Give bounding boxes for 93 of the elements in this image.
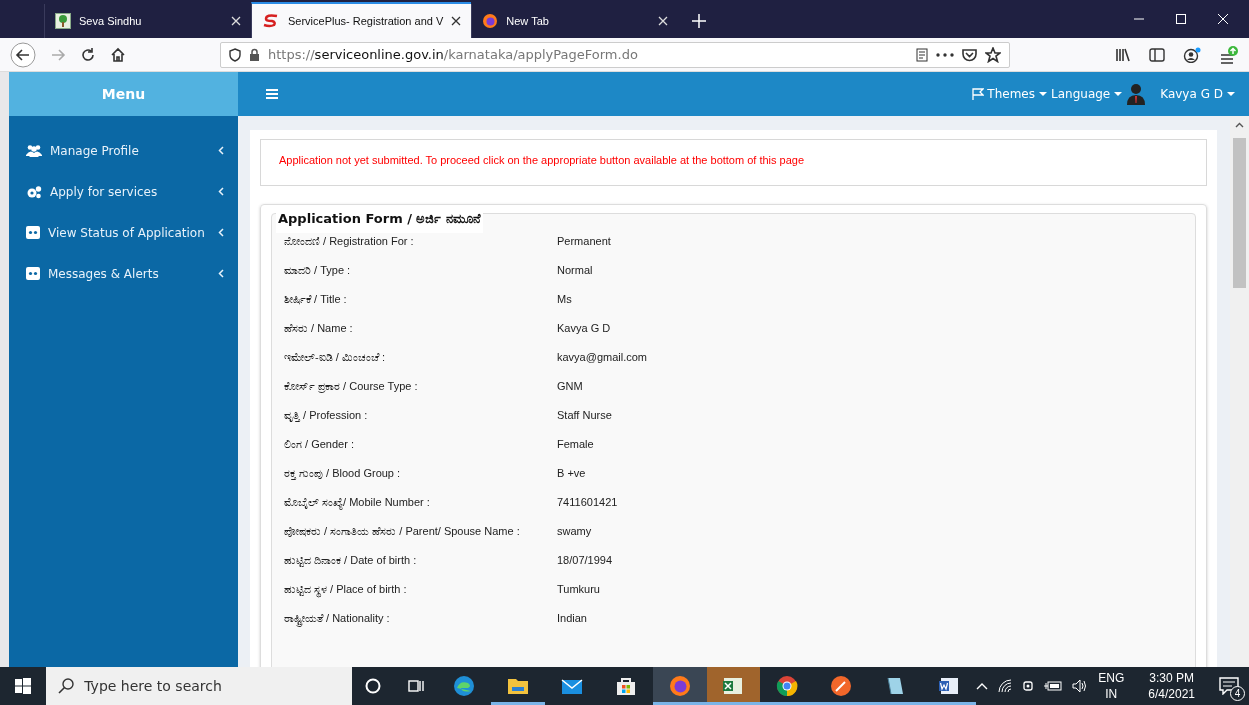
sidebar-item[interactable]: View Status of Application (9, 212, 238, 253)
star-icon[interactable] (985, 46, 1001, 63)
close-icon[interactable] (451, 16, 462, 26)
field-label: ವೃತ್ತಿ / Profession : (284, 409, 369, 424)
scroll-up-icon[interactable] (1235, 122, 1244, 128)
caret-icon (1227, 92, 1235, 96)
battery-icon[interactable] (1044, 680, 1063, 692)
field-value: Staff Nurse (557, 409, 613, 423)
new-tab-icon[interactable] (692, 14, 707, 28)
field-label: ಶೀರ್ಷಿಕೆ / Title : (284, 293, 348, 307)
windows-icon[interactable] (15, 678, 32, 694)
chevron-left-icon (218, 269, 224, 278)
wifi-icon[interactable] (998, 679, 1013, 693)
logo-icon (262, 14, 280, 28)
input-language[interactable]: ENG IN (1098, 670, 1125, 702)
lock-icon (249, 48, 260, 61)
search-icon (58, 678, 75, 694)
field-label: ನೋಂದಣಿ / Registration For : (284, 235, 415, 249)
taskbar-search-field[interactable]: Type here to search (46, 667, 353, 705)
field-label: ಇಮೇಲ್-ಐಡಿ / ಮಿಂಚಂಚೆ : (284, 351, 386, 365)
field-label: ಹೆಸರು / Name : (284, 322, 354, 336)
url-text: https://serviceonline.gov.in/karnataka/applyPageForm.do (268, 47, 639, 62)
scrollbar-thumb[interactable] (1233, 138, 1246, 288)
field-label: ಹುಟ್ಟಿದ ದಿನಾಂಕ / Date of birth : (284, 554, 418, 569)
card-icon (26, 267, 40, 280)
camera-icon[interactable] (1022, 678, 1035, 694)
field-value: Normal (557, 264, 594, 278)
sidebar-item[interactable]: Messages & Alerts (9, 253, 238, 294)
field-label: ಲಿಂಗ / Gender : (284, 438, 355, 452)
field-value: Female (557, 438, 595, 452)
pen-icon[interactable] (829, 674, 854, 698)
field-label: ಪೋಷಕರು / ಸಂಗಾತಿಯ ಹೆಸರು / Parent/ Spouse Name : (284, 525, 521, 539)
notification-count: 4 (1230, 686, 1245, 701)
tree-icon (55, 13, 71, 29)
field-value: B +ve (557, 467, 587, 481)
caret-icon (1114, 92, 1123, 96)
field-label: ರಕ್ತ ಗುಂಪು / Blood Group : (284, 467, 402, 482)
browser-icon[interactable] (451, 674, 476, 698)
chevron-left-icon (218, 187, 224, 196)
chevron-up-icon[interactable] (976, 682, 989, 690)
field-value: Tumkuru (557, 583, 601, 597)
firefox-icon[interactable] (667, 674, 692, 698)
chrome-icon[interactable] (775, 674, 800, 698)
field-value: 7411601421 (557, 496, 619, 510)
cortana-icon[interactable] (365, 678, 382, 694)
clock[interactable]: 3:30 PM 6/4/2021 (1148, 670, 1195, 702)
field-label: ರಾಷ್ಟ್ರೀಯತೆ / Nationality : (284, 612, 557, 636)
gears-icon (26, 184, 42, 199)
address-bar[interactable]: https://serviceonline.gov.in/karnataka/applyPageForm.do (220, 41, 1010, 68)
browser-tab[interactable]: ServicePlus- Registration and V (251, 2, 472, 38)
maximize-icon[interactable] (1175, 13, 1187, 25)
firefox-icon (482, 13, 499, 29)
menu-title: Menu (9, 72, 238, 116)
back-icon[interactable] (10, 41, 36, 68)
reader-icon[interactable] (916, 47, 928, 62)
shield-icon (229, 47, 241, 62)
sidebar-icon[interactable] (1149, 47, 1165, 62)
field-value: Permanent (557, 235, 612, 249)
field-value: kavya@gmail.com (557, 351, 649, 365)
field-value: swamy (557, 525, 593, 539)
reload-icon[interactable] (80, 46, 96, 63)
sidebar-item[interactable]: Apply for services (9, 171, 238, 212)
field-value: GNM (557, 380, 584, 394)
account-icon[interactable] (1183, 46, 1201, 63)
chevron-left-icon (218, 228, 224, 237)
field-label: ಕೋರ್ಸ್ ಪ್ರಕಾರ / Course Type : (284, 380, 419, 395)
field-value: 18/07/1994 (557, 554, 614, 568)
menu-icon[interactable] (266, 89, 278, 99)
field-value: Kavya G D (557, 322, 612, 336)
pocket-icon[interactable] (962, 47, 977, 62)
home-icon[interactable] (110, 46, 126, 63)
notification-icon[interactable] (1219, 677, 1239, 695)
field-label: ಹುಟ್ಟಿದ ಸ್ಥಳ / Place of birth : (284, 583, 557, 607)
field-label: ಮೊಬೈಲ್ ಸಂಖ್ಯೆ/ Mobile Number : (284, 496, 431, 512)
notice-message: Application not yet submitted. To proceed click on the appropriate button available at the bottom of this page (260, 139, 1207, 186)
flag-icon (972, 88, 985, 100)
task-view-icon[interactable] (407, 678, 424, 694)
themes-menu[interactable]: Themes (972, 87, 1035, 101)
field-value: Ms (557, 293, 573, 307)
menu-icon[interactable] (1219, 44, 1239, 65)
user-menu[interactable]: Kavya G D (1160, 87, 1223, 101)
caret-icon (1039, 92, 1047, 96)
sidebar-item[interactable]: Manage Profile (9, 130, 238, 171)
avatar-icon (1126, 83, 1147, 105)
speaker-icon[interactable] (1072, 679, 1089, 693)
chevron-left-icon (218, 146, 224, 155)
field-value: Indian (557, 612, 588, 626)
card-icon (26, 226, 40, 239)
users-icon (26, 144, 42, 157)
library-icon[interactable] (1115, 47, 1131, 62)
field-label: ಮಾದರಿ / Type : (284, 264, 352, 278)
more-icon[interactable] (936, 52, 954, 57)
language-menu[interactable]: Language (1051, 87, 1111, 101)
